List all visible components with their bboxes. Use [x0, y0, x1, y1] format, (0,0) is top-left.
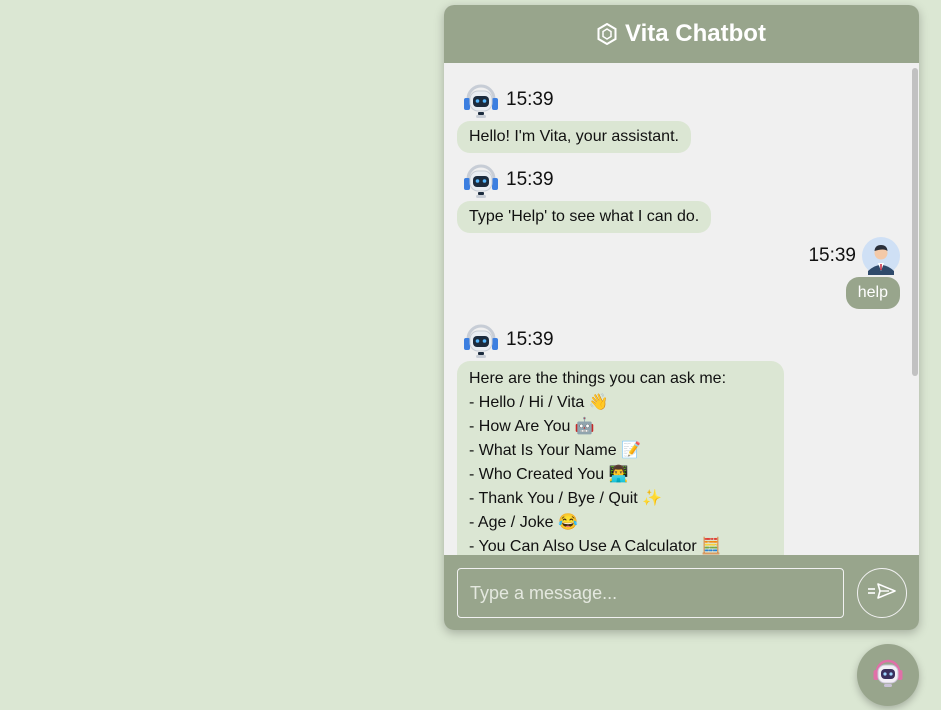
message-meta: 15:39 — [462, 161, 711, 199]
message-meta: 15:39 — [808, 237, 900, 275]
hexagon-icon — [597, 23, 617, 45]
help-message-bubble: Here are the things you can ask me: - He… — [457, 361, 784, 555]
help-line: - Who Created You 👨‍💻 — [469, 466, 629, 483]
bot-avatar-icon — [462, 81, 500, 119]
robot-icon — [872, 657, 904, 694]
message-time: 15:39 — [808, 245, 856, 266]
message-time: 15:39 — [506, 89, 554, 110]
bot-message: 15:39 Hello! I'm Vita, your assistant. — [457, 81, 691, 153]
help-line: Here are the things you can ask me: — [469, 370, 727, 387]
message-bubble: help — [845, 277, 900, 309]
help-line: - How Are You 🤖 — [469, 418, 595, 435]
user-avatar-icon — [862, 237, 900, 275]
user-message: 15:39 help — [808, 237, 900, 309]
message-input[interactable] — [457, 568, 844, 618]
bot-avatar-icon — [462, 161, 500, 199]
message-list[interactable]: 15:39 Hello! I'm Vita, your assistant. 1… — [444, 63, 919, 555]
input-area — [444, 555, 919, 630]
message-bubble: Type 'Help' to see what I can do. — [457, 201, 712, 233]
help-line: - Age / Joke 😂 — [469, 514, 578, 531]
help-line: - Thank You / Bye / Quit ✨ — [469, 490, 663, 507]
bot-avatar-icon — [462, 321, 500, 359]
chat-launcher-button[interactable] — [857, 644, 919, 706]
chat-window: Vita Chatbot 15:39 Hello! I'm Vita, your… — [444, 5, 919, 630]
bot-message: 15:39 Here are the things you can ask me… — [457, 321, 784, 555]
message-time: 15:39 — [506, 329, 554, 350]
chat-title: Vita Chatbot — [625, 20, 766, 47]
help-line: - What Is Your Name 📝 — [469, 442, 641, 459]
message-time: 15:39 — [506, 169, 554, 190]
help-line: - Hello / Hi / Vita 👋 — [469, 394, 609, 411]
bot-message: 15:39 Type 'Help' to see what I can do. — [457, 161, 712, 233]
chat-header: Vita Chatbot — [444, 5, 919, 63]
send-button[interactable] — [857, 568, 907, 618]
scrollbar-thumb[interactable] — [912, 68, 918, 376]
scrollbar[interactable] — [911, 63, 919, 555]
message-meta: 15:39 — [462, 81, 691, 119]
message-meta: 15:39 — [462, 321, 784, 359]
send-icon — [867, 582, 897, 605]
help-line: - You Can Also Use A Calculator 🧮 — [469, 538, 722, 555]
message-bubble: Hello! I'm Vita, your assistant. — [457, 121, 691, 153]
